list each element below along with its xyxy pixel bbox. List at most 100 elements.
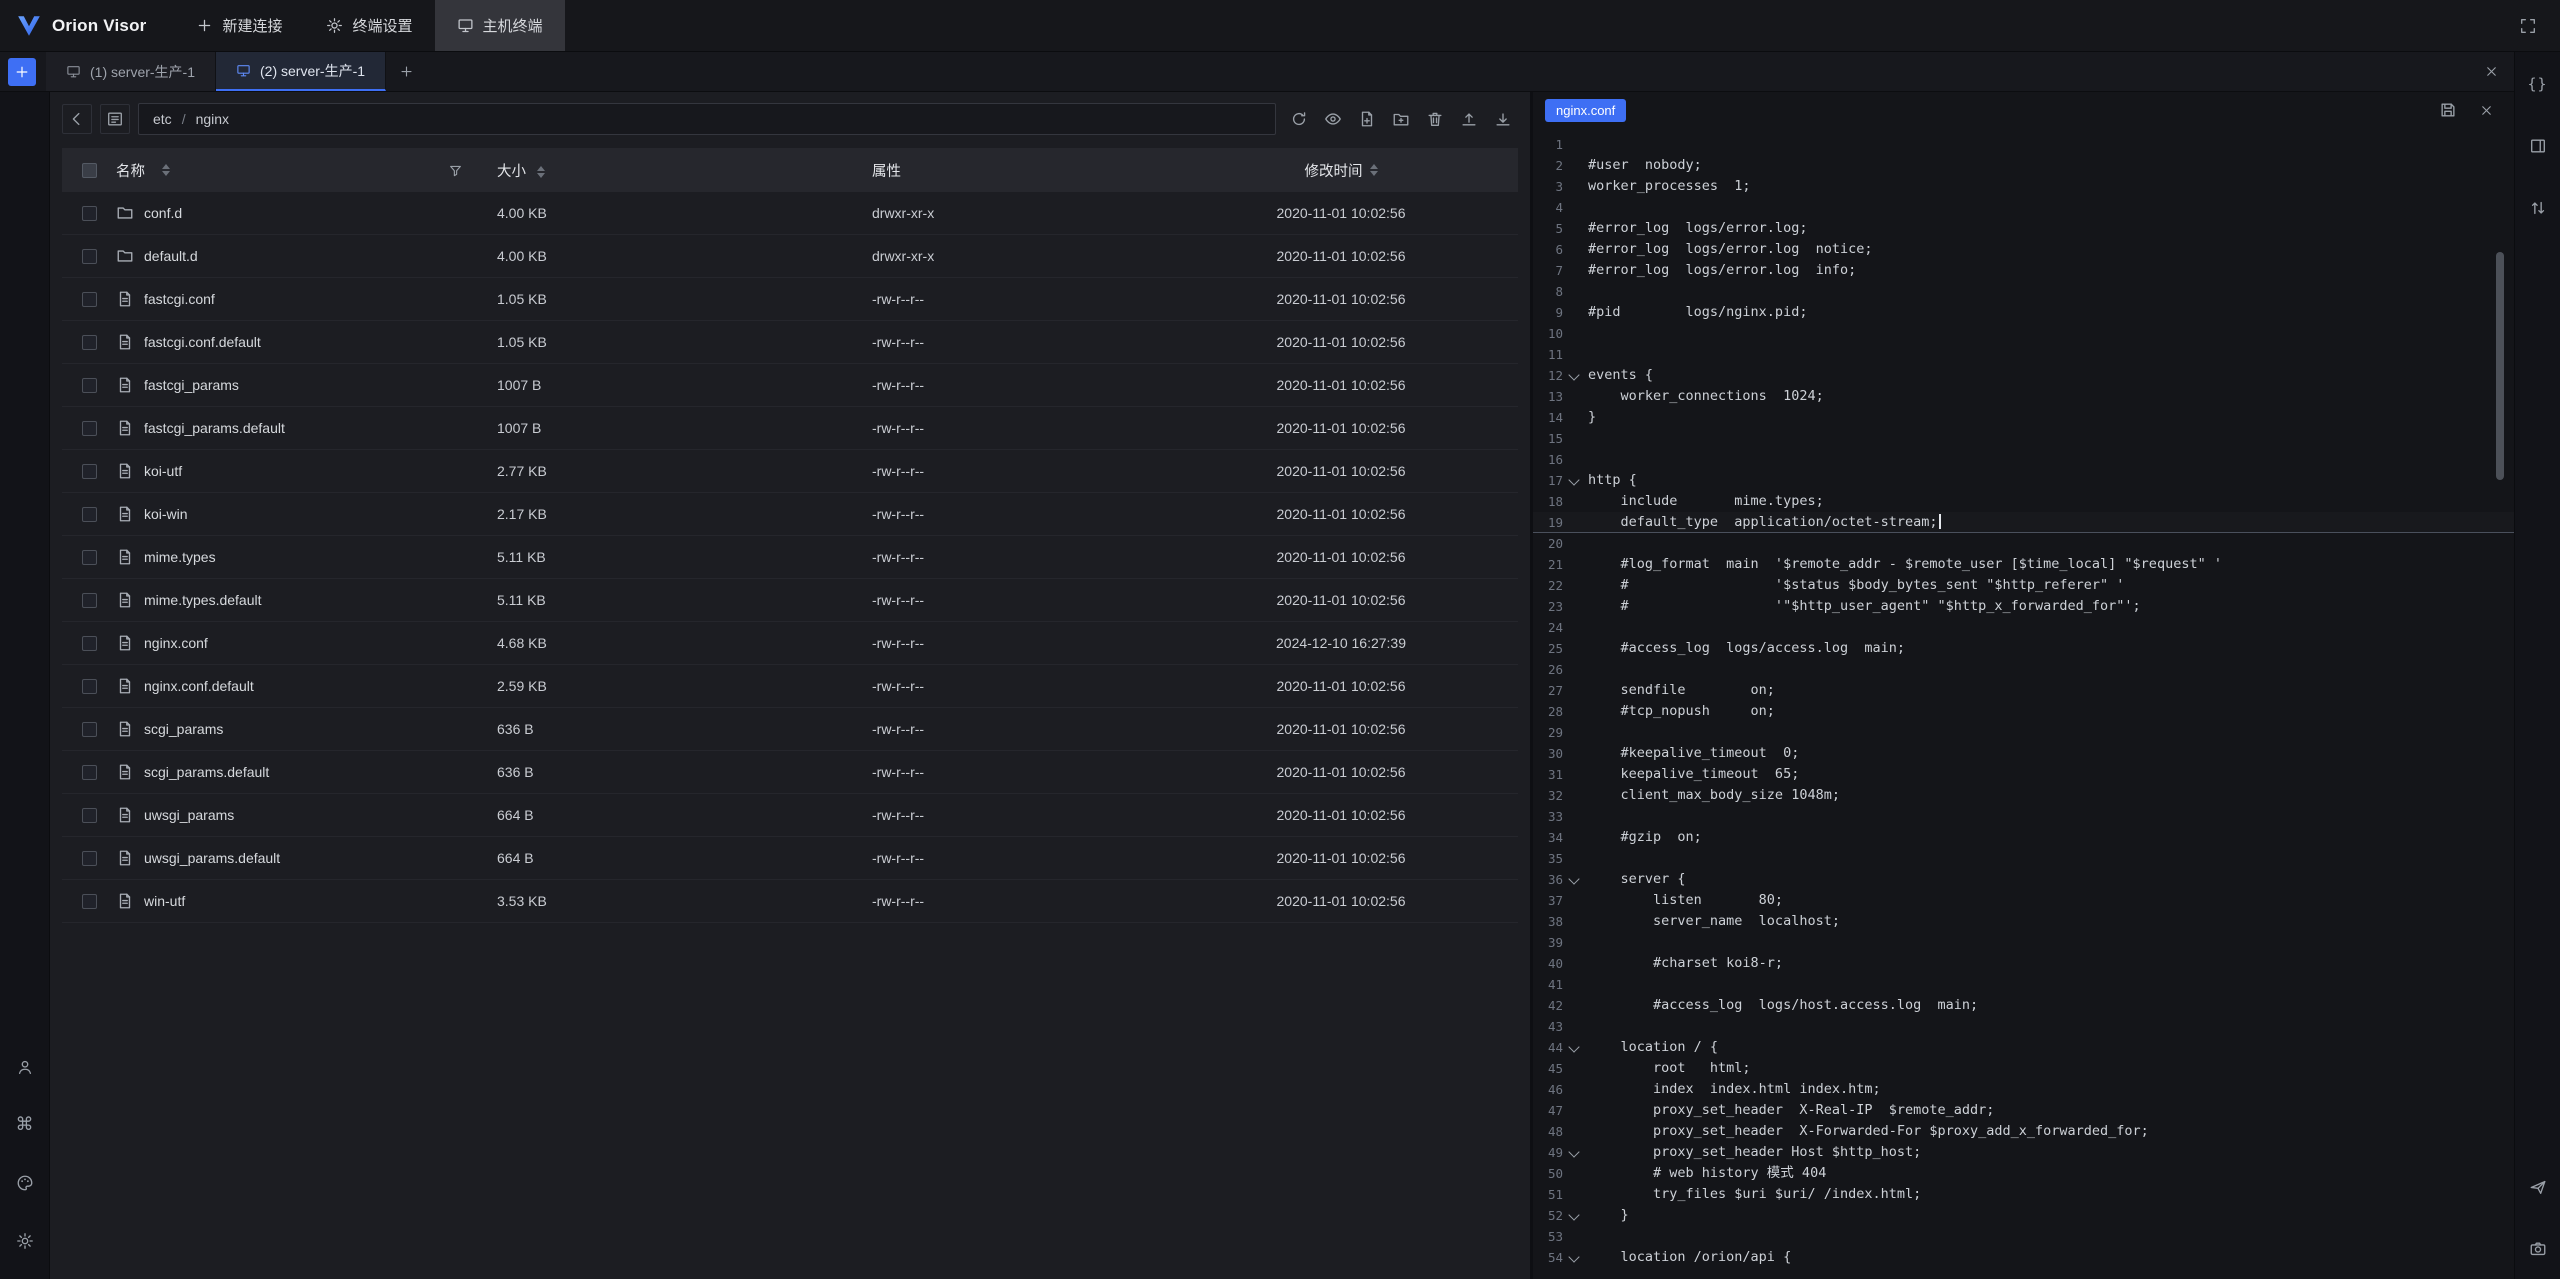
code-line[interactable]: 7 #error_log logs/error.log info; bbox=[1533, 260, 2514, 281]
fold-chevron-icon[interactable] bbox=[1563, 1037, 1585, 1058]
new-file-icon[interactable] bbox=[1352, 104, 1382, 134]
fold-chevron-icon[interactable] bbox=[1563, 617, 1585, 638]
row-checkbox[interactable] bbox=[82, 808, 97, 823]
file-row[interactable]: default.d 4.00 KB drwxr-xr-x 2020-11-01 … bbox=[62, 235, 1518, 278]
braces-variables-icon[interactable]: {} bbox=[2522, 68, 2554, 100]
row-checkbox[interactable] bbox=[82, 249, 97, 264]
file-row[interactable]: fastcgi_params 1007 B -rw-r--r-- 2020-11… bbox=[62, 364, 1518, 407]
send-command-icon[interactable] bbox=[2522, 1171, 2554, 1203]
file-row[interactable]: fastcgi.conf.default 1.05 KB -rw-r--r-- … bbox=[62, 321, 1518, 364]
fold-chevron-icon[interactable] bbox=[1563, 1058, 1585, 1079]
add-tab-icon[interactable] bbox=[386, 52, 426, 91]
file-row[interactable]: conf.d 4.00 KB drwxr-xr-x 2020-11-01 10:… bbox=[62, 192, 1518, 235]
file-name[interactable]: scgi_params.default bbox=[144, 764, 269, 780]
file-name[interactable]: win-utf bbox=[144, 893, 185, 909]
fold-chevron-icon[interactable] bbox=[1563, 701, 1585, 722]
fold-chevron-icon[interactable] bbox=[1563, 827, 1585, 848]
fold-chevron-icon[interactable] bbox=[1563, 953, 1585, 974]
new-folder-icon[interactable] bbox=[1386, 104, 1416, 134]
code-line[interactable]: 13 worker_connections 1024; bbox=[1533, 386, 2514, 407]
fold-chevron-icon[interactable] bbox=[1563, 1100, 1585, 1121]
breadcrumb-segment[interactable]: nginx bbox=[196, 111, 229, 127]
code-line[interactable]: 6 #error_log logs/error.log notice; bbox=[1533, 239, 2514, 260]
download-icon[interactable] bbox=[1488, 104, 1518, 134]
code-line[interactable]: 3 worker_processes 1; bbox=[1533, 176, 2514, 197]
row-checkbox[interactable] bbox=[82, 378, 97, 393]
delete-icon[interactable] bbox=[1420, 104, 1450, 134]
code-line[interactable]: 16 bbox=[1533, 449, 2514, 470]
menu-new-connection[interactable]: 新建连接 bbox=[174, 0, 304, 51]
code-line[interactable]: 35 bbox=[1533, 848, 2514, 869]
code-line[interactable]: 43 bbox=[1533, 1016, 2514, 1037]
file-row[interactable]: scgi_params 636 B -rw-r--r-- 2020-11-01 … bbox=[62, 708, 1518, 751]
fold-chevron-icon[interactable] bbox=[1563, 470, 1585, 491]
code-line[interactable]: 41 bbox=[1533, 974, 2514, 995]
select-all-checkbox[interactable] bbox=[82, 163, 97, 178]
fold-chevron-icon[interactable] bbox=[1563, 596, 1585, 617]
code-line[interactable]: 37 listen 80; bbox=[1533, 890, 2514, 911]
code-line[interactable]: 45 root html; bbox=[1533, 1058, 2514, 1079]
row-checkbox[interactable] bbox=[82, 335, 97, 350]
code-line[interactable]: 8 bbox=[1533, 281, 2514, 302]
row-checkbox[interactable] bbox=[82, 593, 97, 608]
fold-chevron-icon[interactable] bbox=[1563, 932, 1585, 953]
breadcrumb-segment[interactable]: etc bbox=[153, 111, 172, 127]
row-checkbox[interactable] bbox=[82, 206, 97, 221]
row-checkbox[interactable] bbox=[82, 550, 97, 565]
file-name[interactable]: mime.types.default bbox=[144, 592, 262, 608]
file-name[interactable]: fastcgi_params.default bbox=[144, 420, 285, 436]
row-checkbox[interactable] bbox=[82, 507, 97, 522]
code-line[interactable]: 12 events { bbox=[1533, 365, 2514, 386]
open-file-badge[interactable]: nginx.conf bbox=[1545, 99, 1626, 122]
code-line[interactable]: 54 location /orion/api { bbox=[1533, 1247, 2514, 1268]
terminal-tab-2[interactable]: (2) server-生产-1 bbox=[216, 52, 386, 91]
settings-gear-icon[interactable] bbox=[9, 1225, 41, 1257]
fold-chevron-icon[interactable] bbox=[1563, 974, 1585, 995]
file-name[interactable]: nginx.conf bbox=[144, 635, 208, 651]
path-breadcrumb[interactable]: etc / nginx bbox=[138, 103, 1276, 135]
fold-chevron-icon[interactable] bbox=[1563, 911, 1585, 932]
code-line[interactable]: 23 # '"$http_user_agent" "$http_x_forwar… bbox=[1533, 596, 2514, 617]
file-row[interactable]: scgi_params.default 636 B -rw-r--r-- 202… bbox=[62, 751, 1518, 794]
fullscreen-icon[interactable] bbox=[2512, 10, 2544, 42]
terminal-tab-1[interactable]: (1) server-生产-1 bbox=[46, 52, 216, 91]
code-line[interactable]: 38 server_name localhost; bbox=[1533, 911, 2514, 932]
file-row[interactable]: fastcgi.conf 1.05 KB -rw-r--r-- 2020-11-… bbox=[62, 278, 1518, 321]
code-line[interactable]: 29 bbox=[1533, 722, 2514, 743]
code-line[interactable]: 26 bbox=[1533, 659, 2514, 680]
code-line[interactable]: 1 bbox=[1533, 134, 2514, 155]
file-name[interactable]: fastcgi_params bbox=[144, 377, 239, 393]
file-name[interactable]: fastcgi.conf.default bbox=[144, 334, 261, 350]
file-row[interactable]: mime.types 5.11 KB -rw-r--r-- 2020-11-01… bbox=[62, 536, 1518, 579]
code-line[interactable]: 19 default_type application/octet-stream… bbox=[1533, 512, 2514, 533]
code-line[interactable]: 21 #log_format main '$remote_addr - $rem… bbox=[1533, 554, 2514, 575]
row-checkbox[interactable] bbox=[82, 851, 97, 866]
fold-chevron-icon[interactable] bbox=[1563, 554, 1585, 575]
menu-terminal-settings[interactable]: 终端设置 bbox=[304, 0, 434, 51]
fold-chevron-icon[interactable] bbox=[1563, 869, 1585, 890]
fold-chevron-icon[interactable] bbox=[1563, 1247, 1585, 1268]
theme-icon[interactable] bbox=[9, 1167, 41, 1199]
fold-chevron-icon[interactable] bbox=[1563, 638, 1585, 659]
code-line[interactable]: 44 location / { bbox=[1533, 1037, 2514, 1058]
code-line[interactable]: 36 server { bbox=[1533, 869, 2514, 890]
fold-chevron-icon[interactable] bbox=[1563, 1121, 1585, 1142]
code-line[interactable]: 11 bbox=[1533, 344, 2514, 365]
code-line[interactable]: 53 bbox=[1533, 1226, 2514, 1247]
close-panel-icon[interactable] bbox=[2468, 52, 2514, 91]
show-hidden-eye-icon[interactable] bbox=[1318, 104, 1348, 134]
fold-chevron-icon[interactable] bbox=[1563, 743, 1585, 764]
swap-vertical-icon[interactable] bbox=[2522, 192, 2554, 224]
row-checkbox[interactable] bbox=[82, 636, 97, 651]
code-line[interactable]: 34 #gzip on; bbox=[1533, 827, 2514, 848]
close-editor-icon[interactable] bbox=[2470, 94, 2502, 126]
file-row[interactable]: fastcgi_params.default 1007 B -rw-r--r--… bbox=[62, 407, 1518, 450]
code-line[interactable]: 49 proxy_set_header Host $http_host; bbox=[1533, 1142, 2514, 1163]
file-name[interactable]: mime.types bbox=[144, 549, 216, 565]
code-line[interactable]: 9 #pid logs/nginx.pid; bbox=[1533, 302, 2514, 323]
fold-chevron-icon[interactable] bbox=[1563, 1184, 1585, 1205]
row-checkbox[interactable] bbox=[82, 421, 97, 436]
code-line[interactable]: 17 http { bbox=[1533, 470, 2514, 491]
row-checkbox[interactable] bbox=[82, 464, 97, 479]
column-size-header[interactable]: 大小 bbox=[497, 164, 526, 180]
